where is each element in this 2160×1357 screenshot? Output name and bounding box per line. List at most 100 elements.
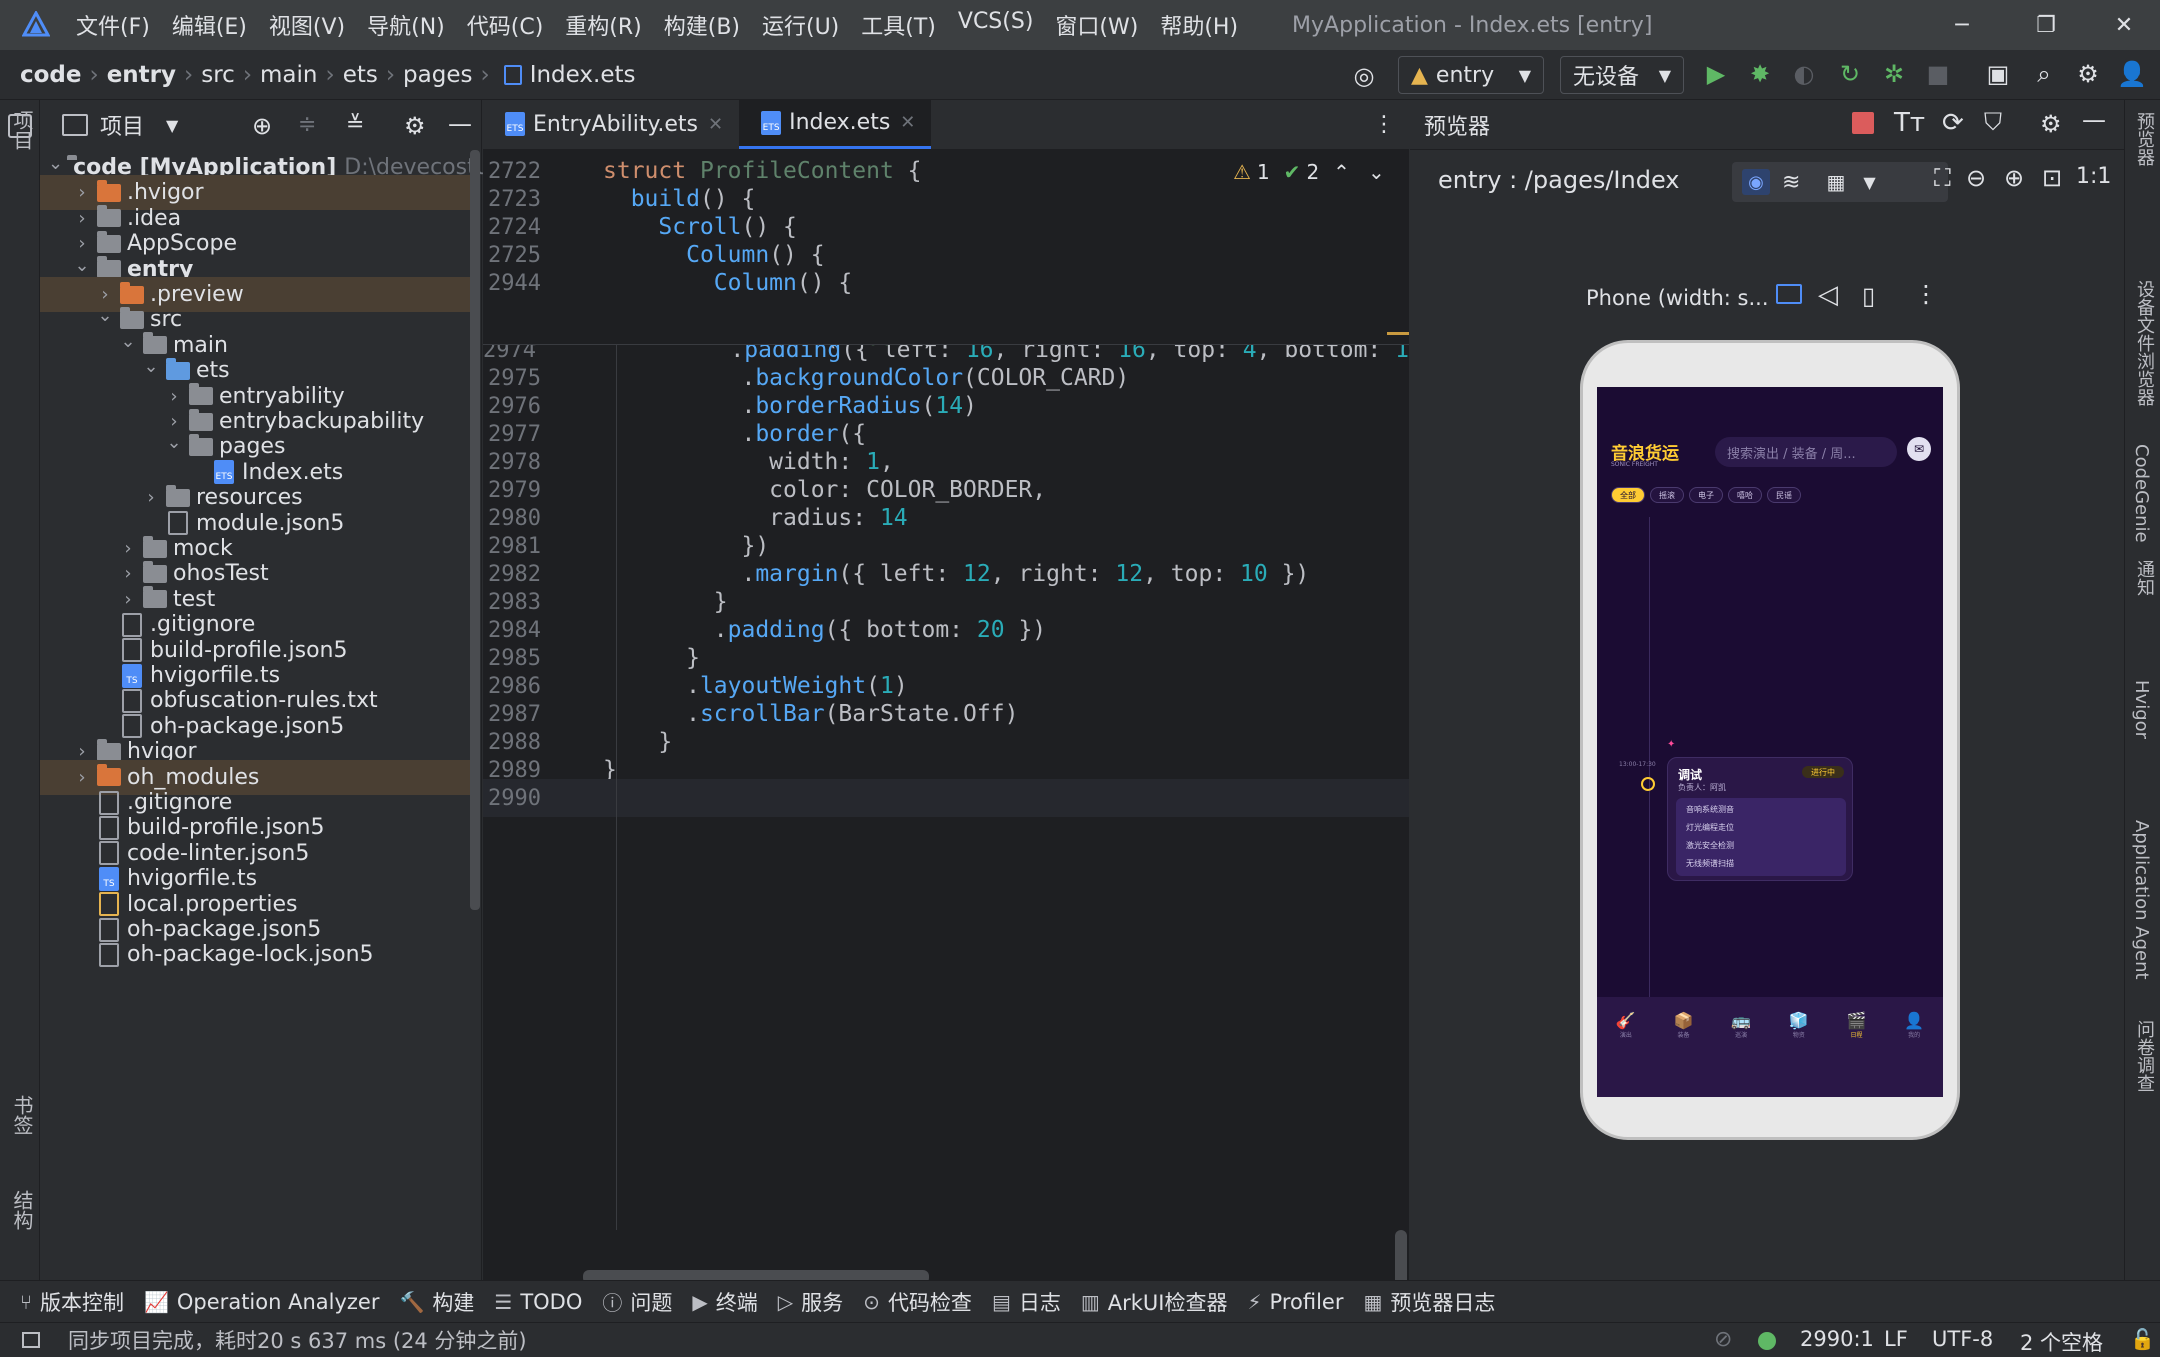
bottom-tool-6[interactable]: ▷ 服务 <box>778 1287 843 1317</box>
chevron-down-icon[interactable]: ⌄ <box>71 255 93 276</box>
breadcrumb-item[interactable]: code › <box>20 62 107 88</box>
right-tool-label[interactable]: 设备文件浏览器 <box>2131 280 2157 406</box>
structure-tool-label[interactable]: 结构 <box>8 1190 37 1230</box>
app-search-input[interactable]: 搜索演出 / 装备 / 周... <box>1715 437 1897 467</box>
close-window-button[interactable]: ✕ <box>2092 0 2156 50</box>
menu-item[interactable]: VCS(S) <box>958 9 1034 41</box>
fold-icon[interactable]: ▯ <box>1862 282 1875 310</box>
indent-setting[interactable]: 2 个空格 <box>2020 1327 2103 1357</box>
chevron-down-icon[interactable]: ⌄ <box>48 153 63 174</box>
tree-item[interactable]: oh-package-lock.json5 <box>40 937 480 972</box>
menu-item[interactable]: 导航(N) <box>367 9 445 41</box>
chevron-down-icon[interactable]: ⌄ <box>94 305 116 326</box>
genre-chip[interactable]: 电子 <box>1689 487 1723 503</box>
fit-screen-icon[interactable]: ⛶ <box>1934 164 1951 192</box>
tree-scrollbar[interactable] <box>470 150 480 910</box>
app-nav-item[interactable]: 👤 我的 <box>1904 1011 1924 1039</box>
locate-icon[interactable]: ⊕ <box>252 112 272 140</box>
more-device-icon[interactable]: ⋮ <box>1914 280 1938 308</box>
bottom-tool-0[interactable]: ⑂ 版本控制 <box>20 1287 124 1317</box>
target-icon[interactable]: ◎ <box>1348 60 1380 92</box>
previewer-settings-icon[interactable]: ⚙ <box>2040 110 2062 138</box>
phone-screen[interactable]: 音浪货运 SONIC FREIGHT 搜索演出 / 装备 / 周... ✉ 全部… <box>1597 387 1943 1097</box>
right-tool-label[interactable]: 通知 <box>2131 560 2157 596</box>
file-encoding[interactable]: UTF-8 <box>1932 1327 1993 1351</box>
editor-tab[interactable]: ETS Index.ets ✕ <box>739 99 932 149</box>
bottom-tool-8[interactable]: ▤ 日志 <box>992 1287 1061 1317</box>
chevron-down-icon[interactable]: ⌄ <box>140 356 162 377</box>
bottom-tool-1[interactable]: 📈 Operation Analyzer <box>144 1290 379 1314</box>
genre-chip[interactable]: 民谣 <box>1767 487 1801 503</box>
preview-mode-icon[interactable]: ◉ <box>1742 169 1770 195</box>
app-nav-item[interactable]: 🎬 日程 <box>1846 1011 1866 1039</box>
font-size-icon[interactable]: Tт <box>1894 108 1925 138</box>
line-separator[interactable]: LF <box>1884 1327 1908 1351</box>
zoom-in-icon[interactable]: ⊕ <box>2004 164 2024 192</box>
breadcrumb-item[interactable]: pages › <box>403 62 498 88</box>
original-size-icon[interactable]: ⊡ <box>2042 164 2062 192</box>
menu-item[interactable]: 编辑(E) <box>172 9 247 41</box>
menu-item[interactable]: 工具(T) <box>861 9 936 41</box>
menu-item[interactable]: 代码(C) <box>467 9 544 41</box>
right-tool-label[interactable]: CodeGenie <box>2131 444 2152 543</box>
editor-tab[interactable]: ETS EntryAbility.ets ✕ <box>483 99 739 149</box>
hide-panel-icon[interactable]: — <box>448 110 472 138</box>
rotate-icon[interactable]: ◁ <box>1818 280 1838 310</box>
next-highlight-icon[interactable]: ⌄ <box>1368 160 1385 184</box>
restore-button[interactable]: ❐ <box>2014 0 2078 50</box>
right-tool-label[interactable]: 预览器 <box>2131 112 2157 166</box>
refresh-icon[interactable]: ⟳ <box>1942 108 1964 138</box>
run-icon[interactable]: ▶ <box>1700 58 1732 90</box>
inspection-widget[interactable]: ⚠ 1 ✔ 2 ⌃ ⌄ <box>1233 160 1385 184</box>
panel-toggle-icon[interactable] <box>22 1331 40 1348</box>
minimize-button[interactable]: ─ <box>1930 0 1994 50</box>
bottom-tool-9[interactable]: ▥ ArkUI检查器 <box>1081 1287 1228 1317</box>
stop-icon[interactable]: ■ <box>1922 58 1954 90</box>
bottom-tool-5[interactable]: ▶ 终端 <box>692 1287 757 1317</box>
menu-item[interactable]: 运行(U) <box>762 9 839 41</box>
breadcrumb-item[interactable]: main › <box>260 62 343 88</box>
account-icon[interactable]: 👤 <box>2116 58 2148 90</box>
close-tab-icon[interactable]: ✕ <box>900 112 915 133</box>
collapse-all-icon[interactable]: ≚ <box>346 112 364 137</box>
multi-device-icon[interactable]: ▦ <box>1826 170 1845 194</box>
app-nav-item[interactable]: 🚌 巡演 <box>1731 1011 1751 1039</box>
right-tool-label[interactable]: Hvigor <box>2131 680 2152 739</box>
lock-icon[interactable]: 🔓 <box>2130 1327 2155 1351</box>
breadcrumb-item[interactable]: src › <box>201 62 260 88</box>
ui-inspector-icon[interactable]: ⛉ <box>1984 108 2002 136</box>
cursor-position[interactable]: 2990:1 <box>1800 1327 1874 1351</box>
right-tool-label[interactable]: 问卷调查 <box>2131 1020 2157 1092</box>
menu-item[interactable]: 窗口(W) <box>1055 9 1138 41</box>
task-card[interactable]: 调试 负责人：阿凯 进行中 音响系统测音 灯光编程走位 激光安全检测 无线频谱扫描 <box>1667 757 1853 881</box>
device-type-icon[interactable] <box>1776 284 1802 304</box>
device-manager-icon[interactable]: ▣ <box>1982 58 2014 90</box>
chevron-down-icon[interactable]: ▼ <box>1863 173 1875 192</box>
ratio-icon[interactable]: 1:1 <box>2076 164 2111 189</box>
expand-all-icon[interactable]: ≑ <box>298 112 316 137</box>
code-area[interactable]: 2722 struct ProfileContent {2723 build() … <box>483 150 1409 1290</box>
genre-chip[interactable]: 全部 <box>1611 487 1645 503</box>
previous-highlight-icon[interactable]: ⌃ <box>1333 160 1350 184</box>
genre-chip[interactable]: 摇滚 <box>1650 487 1684 503</box>
genre-chip[interactable]: 嘻哈 <box>1728 487 1762 503</box>
apply-changes-icon[interactable]: ↻ <box>1834 58 1866 90</box>
stop-preview-icon[interactable] <box>1852 112 1874 134</box>
menu-item[interactable]: 构建(B) <box>664 9 740 41</box>
module-selector[interactable]: ▲ entry ▼ <box>1398 56 1544 94</box>
app-nav-item[interactable]: 🎸 演出 <box>1616 1011 1636 1039</box>
bottom-tool-10[interactable]: ⚡ Profiler <box>1247 1290 1343 1314</box>
bottom-tool-3[interactable]: ☰ TODO <box>494 1290 582 1314</box>
settings-icon[interactable]: ⚙ <box>2072 58 2104 90</box>
app-nav-item[interactable]: 📦 装备 <box>1674 1011 1694 1039</box>
hide-previewer-icon[interactable]: — <box>2082 106 2106 134</box>
project-panel-title[interactable]: 项目 <box>100 109 144 141</box>
attach-debugger-icon[interactable]: ◐ <box>1788 58 1820 90</box>
chevron-down-icon[interactable]: ⌄ <box>117 331 139 352</box>
search-icon[interactable]: ⌕ <box>2028 58 2060 90</box>
profile-icon[interactable]: ✲ <box>1878 58 1910 90</box>
chevron-down-icon[interactable]: ▼ <box>166 116 178 135</box>
no-sync-icon[interactable]: ⊘ <box>1714 1327 1732 1352</box>
menu-item[interactable]: 帮助(H) <box>1160 9 1238 41</box>
app-nav-item[interactable]: 🧊 物资 <box>1789 1011 1809 1039</box>
